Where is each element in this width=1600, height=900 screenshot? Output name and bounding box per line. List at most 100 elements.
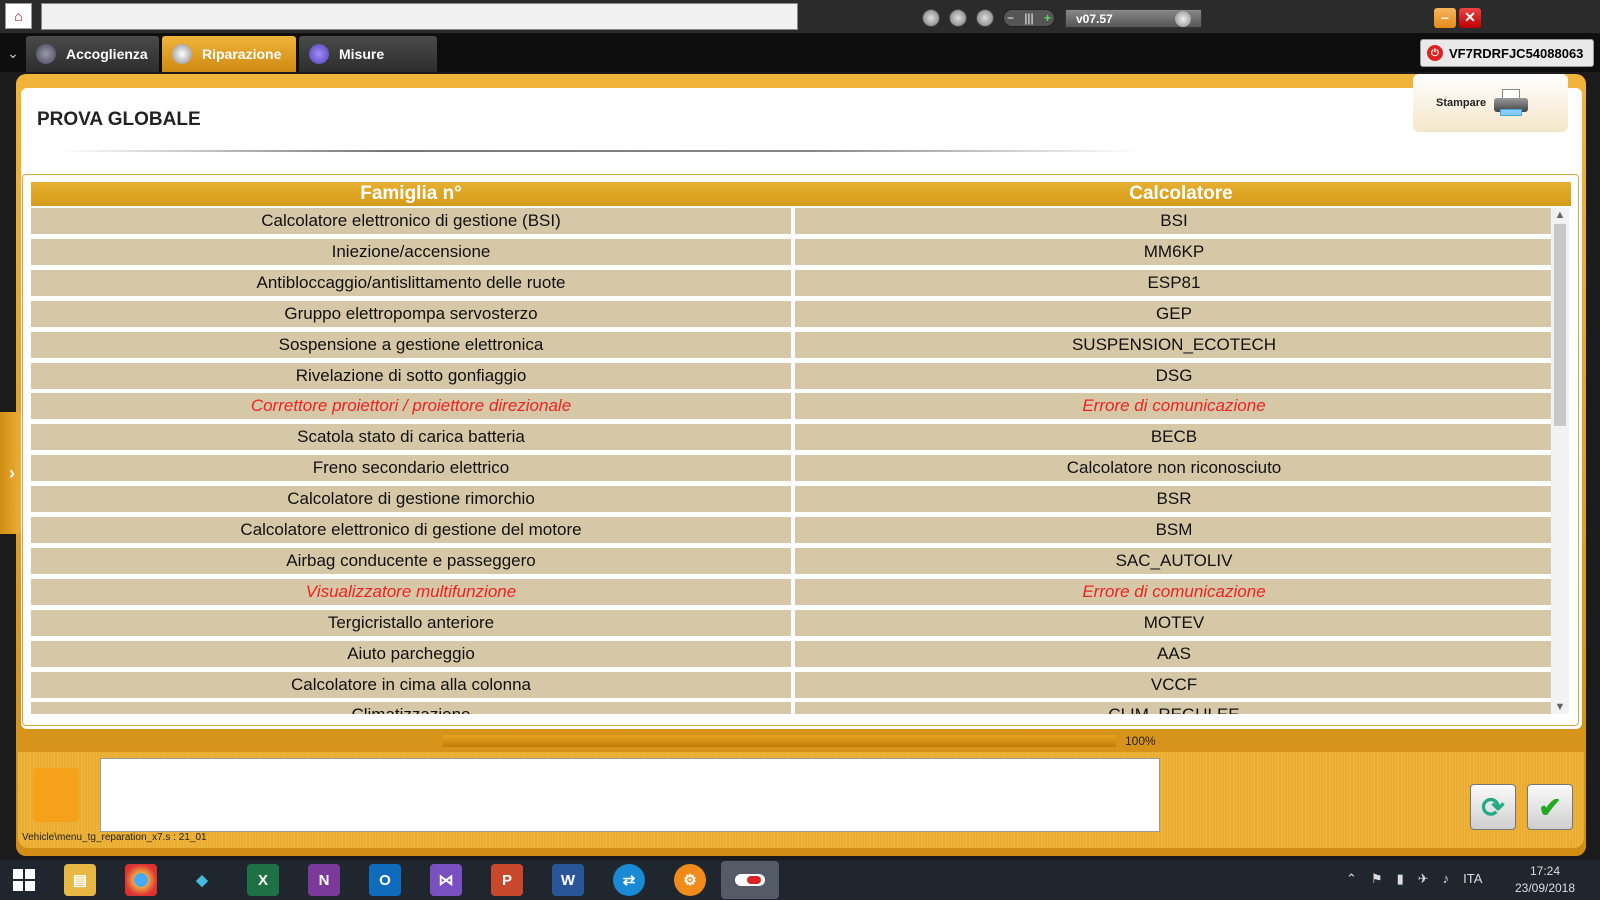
speaker-icon[interactable]: ♪ bbox=[1443, 871, 1450, 887]
vin-badge[interactable]: ⏻ VF7RDRFJC54088063 bbox=[1420, 39, 1594, 67]
file-explorer-icon[interactable]: ▤ bbox=[64, 864, 96, 896]
address-bar[interactable] bbox=[41, 3, 798, 30]
onenote-icon[interactable]: N bbox=[308, 864, 340, 896]
home-icon bbox=[36, 44, 56, 64]
table-row[interactable]: Sospensione a gestione elettronica SUSPEN… bbox=[31, 331, 1574, 358]
settings-app-icon[interactable]: ⚙ bbox=[674, 864, 706, 896]
cell-family: Climatizzazione bbox=[31, 702, 791, 714]
kodi-icon[interactable]: ◆ bbox=[186, 864, 218, 896]
refresh-button[interactable]: ⟳ bbox=[1470, 784, 1516, 830]
table-row[interactable]: Visualizzatore multifunzione Errore di co… bbox=[31, 578, 1574, 605]
cell-ecu: BSM bbox=[795, 517, 1553, 543]
minimize-button[interactable]: – bbox=[1434, 8, 1456, 28]
table-row[interactable]: Correttore proiettori / proiettore direz… bbox=[31, 393, 1574, 420]
close-button[interactable]: ✕ bbox=[1459, 8, 1481, 28]
scroll-down-icon[interactable]: ▼ bbox=[1551, 700, 1569, 714]
cell-family: Sospensione a gestione elettronica bbox=[31, 331, 791, 358]
column-header-ecu: Calcolatore bbox=[1129, 183, 1233, 204]
table-row[interactable]: Gruppo elettropompa servosterzo GEP bbox=[31, 300, 1574, 327]
chevron-down-icon[interactable]: ⌄ bbox=[3, 34, 23, 72]
table-row[interactable]: Calcolatore di gestione rimorchio BSR bbox=[31, 486, 1574, 513]
tray-chevron-icon[interactable]: ⌃ bbox=[1346, 871, 1357, 887]
cell-ecu: GEP bbox=[795, 300, 1553, 327]
cell-family: Correttore proiettori / proiettore direz… bbox=[31, 393, 791, 420]
download-icon[interactable] bbox=[922, 9, 940, 27]
table-row[interactable]: Freno secondario elettrico Calcolatore no… bbox=[31, 455, 1574, 482]
chevron-right-icon: › bbox=[9, 462, 15, 483]
message-status-icon bbox=[33, 768, 79, 822]
clock[interactable]: 17:24 23/09/2018 bbox=[1505, 863, 1585, 897]
table-row[interactable]: Calcolatore elettronico di gestione (BSI… bbox=[31, 208, 1574, 234]
confirm-button[interactable]: ✔ bbox=[1527, 784, 1573, 830]
language-indicator[interactable]: ITA bbox=[1463, 871, 1482, 887]
cell-family: Gruppo elettropompa servosterzo bbox=[31, 300, 791, 327]
progress-label: 100% bbox=[1125, 734, 1156, 748]
cell-ecu: Calcolatore non riconosciuto bbox=[795, 455, 1553, 482]
flag-icon[interactable]: ⚑ bbox=[1371, 871, 1383, 887]
powerpoint-icon[interactable]: P bbox=[491, 864, 523, 896]
volume-level-icon: ||| bbox=[1024, 11, 1034, 25]
cell-family: Rivelazione di sotto gonfiaggio bbox=[31, 362, 791, 389]
minus-icon[interactable]: − bbox=[1007, 11, 1014, 25]
cell-family: Calcolatore elettronico di gestione del … bbox=[31, 517, 791, 543]
table-row[interactable]: Antibloccaggio/antislittamento delle ruo… bbox=[31, 269, 1574, 296]
version-knob-icon[interactable] bbox=[1175, 11, 1191, 27]
cell-family: Freno secondario elettrico bbox=[31, 455, 791, 482]
scroll-up-icon[interactable]: ▲ bbox=[1551, 208, 1569, 222]
visual-studio-icon[interactable]: ⋈ bbox=[430, 864, 462, 896]
toggle-icon bbox=[735, 874, 765, 886]
printer-icon bbox=[1494, 89, 1529, 117]
volume-control[interactable]: − ||| + bbox=[1003, 9, 1055, 27]
table-row[interactable]: Calcolatore in cima alla colonna VCCF bbox=[31, 671, 1574, 698]
table-row[interactable]: Climatizzazione CLIM_REGULEE bbox=[31, 702, 1574, 714]
airplane-icon[interactable]: ✈ bbox=[1418, 871, 1429, 887]
cell-ecu: BSR bbox=[795, 486, 1553, 513]
clock-time: 17:24 bbox=[1529, 864, 1561, 878]
cell-family: Calcolatore in cima alla colonna bbox=[31, 671, 791, 698]
ecu-table: Famiglia n° Calcolatore Calcolatore elet… bbox=[22, 174, 1579, 726]
table-row[interactable]: Tergicristallo anteriore MOTEV bbox=[31, 609, 1574, 636]
progress-fill bbox=[443, 735, 1116, 747]
chrome-icon[interactable] bbox=[125, 864, 157, 896]
cell-ecu: VCCF bbox=[795, 671, 1553, 698]
cell-family: Iniezione/accensione bbox=[31, 238, 791, 265]
cell-family: Scatola stato di carica batteria bbox=[31, 424, 791, 451]
cell-ecu: SUSPENSION_ECOTECH bbox=[795, 331, 1553, 358]
cell-ecu: MM6KP bbox=[795, 238, 1553, 265]
plus-icon[interactable]: + bbox=[1044, 11, 1051, 25]
refresh-icon: ⟳ bbox=[1481, 791, 1505, 823]
brand-logo-icon: ⌂ bbox=[5, 3, 32, 29]
tab-accoglienza[interactable]: Accoglienza bbox=[26, 36, 159, 72]
cell-family: Calcolatore elettronico di gestione (BSI… bbox=[31, 208, 791, 234]
word-icon[interactable]: W bbox=[552, 864, 584, 896]
table-row[interactable]: Calcolatore elettronico di gestione del … bbox=[31, 517, 1574, 543]
battery-icon[interactable]: ▮ bbox=[1397, 871, 1404, 887]
print-label: Stampare bbox=[1436, 97, 1487, 109]
cell-family: Aiuto parcheggio bbox=[31, 640, 791, 667]
table-header: Famiglia n° Calcolatore bbox=[31, 182, 1571, 206]
settings-icon[interactable] bbox=[976, 9, 994, 27]
table-row[interactable]: Iniezione/accensione MM6KP bbox=[31, 238, 1574, 265]
cell-ecu: BECB bbox=[795, 424, 1553, 451]
tab-misure[interactable]: Misure bbox=[299, 36, 437, 72]
table-row[interactable]: Rivelazione di sotto gonfiaggio DSG bbox=[31, 362, 1574, 389]
scroll-thumb[interactable] bbox=[1554, 224, 1566, 426]
table-row[interactable]: Aiuto parcheggio AAS bbox=[31, 640, 1574, 667]
diagbox-taskbar-item[interactable] bbox=[721, 861, 779, 899]
cell-ecu: Errore di comunicazione bbox=[795, 578, 1553, 605]
table-row[interactable]: Scatola stato di carica batteria BECB bbox=[31, 424, 1574, 451]
user-icon[interactable] bbox=[949, 9, 967, 27]
table-scrollbar[interactable]: ▲ ▼ bbox=[1551, 208, 1569, 714]
excel-icon[interactable]: X bbox=[247, 864, 279, 896]
start-button[interactable] bbox=[0, 860, 47, 900]
column-header-family: Famiglia n° bbox=[360, 183, 462, 204]
outlook-icon[interactable]: O bbox=[369, 864, 401, 896]
tab-label: Riparazione bbox=[202, 46, 282, 62]
tab-riparazione[interactable]: Riparazione bbox=[162, 36, 296, 72]
table-row[interactable]: Airbag conducente e passeggero SAC_AUTOLI… bbox=[31, 547, 1574, 574]
version-display: v07.57 bbox=[1065, 9, 1202, 28]
taskbar: ▤ ◆ X N O ⋈ P W ⇄ ⚙ ⌃ ⚑ ▮ ✈ ♪ ITA 17:24 … bbox=[0, 860, 1600, 900]
teamviewer-icon[interactable]: ⇄ bbox=[613, 864, 645, 896]
print-button[interactable]: Stampare bbox=[1413, 74, 1568, 132]
cell-ecu: SAC_AUTOLIV bbox=[795, 547, 1553, 574]
